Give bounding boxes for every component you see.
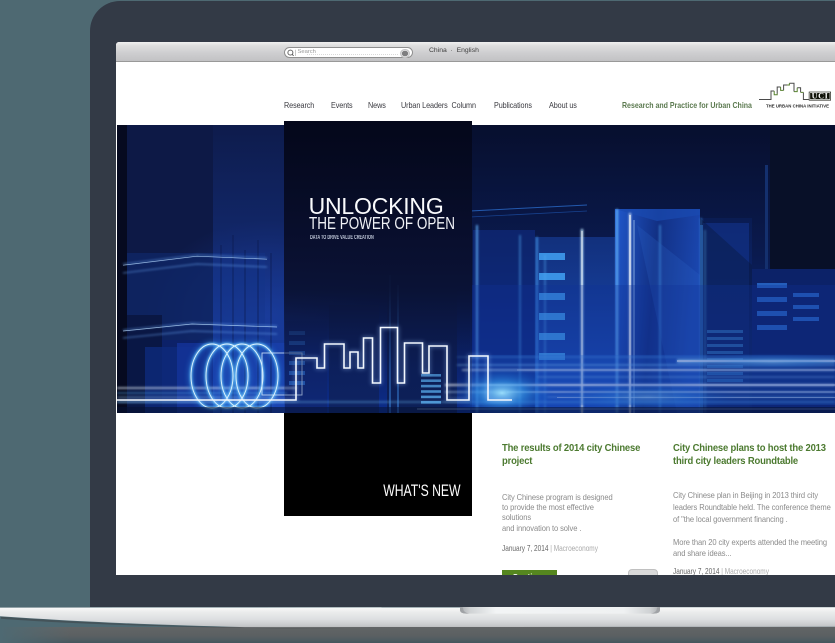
svg-text:UCI: UCI (812, 92, 829, 101)
svg-text:THE URBAN CHINA INITIATIVE: THE URBAN CHINA INITIATIVE (766, 104, 829, 109)
